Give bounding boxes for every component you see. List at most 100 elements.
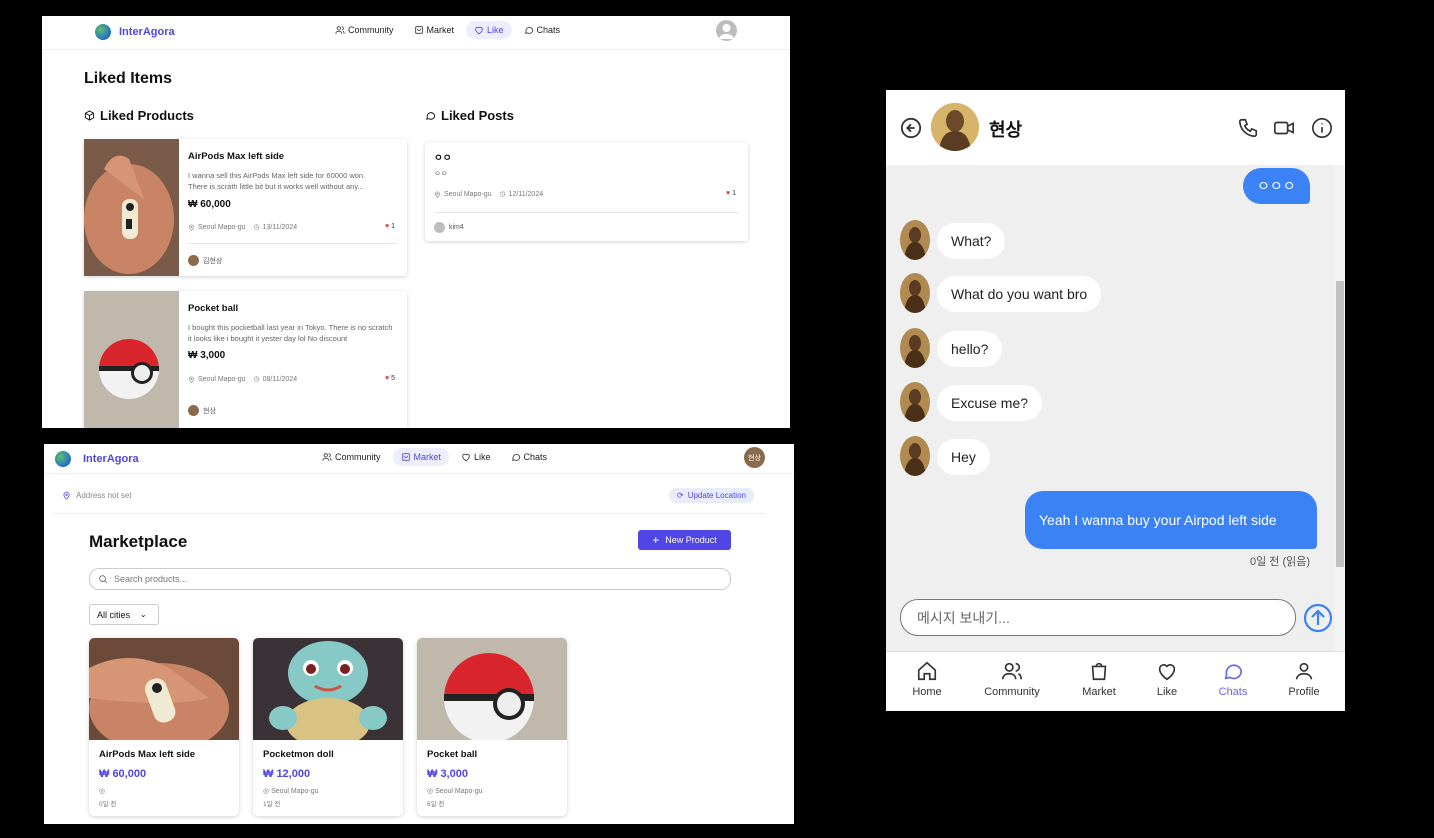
back-arrow-icon[interactable] xyxy=(900,117,922,139)
update-location-button[interactable]: ⟳ Update Location xyxy=(669,488,754,503)
nav-market[interactable]: Market xyxy=(406,21,463,39)
nav-community[interactable]: Community xyxy=(327,21,402,39)
product-image xyxy=(89,638,239,740)
message-bubble-outgoing: Yeah I wanna buy your Airpod left side xyxy=(1025,491,1317,549)
info-icon[interactable] xyxy=(1311,117,1333,139)
new-product-button[interactable]: + New Product xyxy=(638,530,731,550)
product-time: 1일 전 xyxy=(263,801,281,808)
pin-icon: ◎ xyxy=(263,788,270,795)
seller-info: 김현상 xyxy=(188,255,222,266)
seller-info: 현상 xyxy=(188,405,216,416)
store-icon xyxy=(414,26,423,34)
portrait-image xyxy=(931,103,979,151)
pokeball-image xyxy=(84,291,179,428)
users-icon xyxy=(322,453,332,461)
liked-post-card[interactable]: ㅇㅇ ㅇㅇ Seoul Mapo-gu ◷ 12/11/2024 ♥ 1 kim… xyxy=(425,142,748,241)
nav-market[interactable]: Market xyxy=(392,448,450,466)
clock-icon: ◷ xyxy=(499,191,506,198)
product-description: I bought this pocketball last year in To… xyxy=(188,323,393,343)
divider xyxy=(434,212,739,213)
partner-name: 현상 xyxy=(989,120,1023,140)
message-bubble-incoming: Hey xyxy=(937,439,990,475)
product-meta: Seoul Mapo-gu ◷ 08/11/2024 xyxy=(188,375,297,383)
message-input[interactable]: 메시지 보내기... xyxy=(900,599,1296,636)
tab-chats[interactable]: Chats xyxy=(1198,660,1268,698)
pokeball-thumbnail xyxy=(84,291,179,428)
post-title: ㅇㅇ xyxy=(434,153,452,164)
chat-window: 현상 ㅇㅇㅇ What? What do you want bro hello?… xyxy=(886,90,1345,711)
like-count: ♥ 1 xyxy=(726,190,737,197)
nav-chats[interactable]: Chats xyxy=(503,448,556,466)
search-icon xyxy=(99,575,108,584)
product-title: Pocket ball xyxy=(188,303,239,314)
message-bubble-incoming: What do you want bro xyxy=(937,276,1102,312)
liked-posts-heading: Liked Posts xyxy=(425,108,514,123)
partner-avatar[interactable] xyxy=(931,103,979,151)
message-bubble-outgoing: ㅇㅇㅇ xyxy=(1243,168,1310,204)
marketplace-window: InterAgora Community Market Like Chats 현… xyxy=(44,444,794,824)
tab-home[interactable]: Home xyxy=(892,660,962,698)
user-icon xyxy=(1295,662,1313,680)
users-icon xyxy=(1002,662,1022,680)
refresh-icon: ⟳ xyxy=(677,491,684,500)
liked-product-card[interactable]: AirPods Max left side I wanna sell this … xyxy=(84,139,407,276)
product-time: 6일 전 xyxy=(427,801,445,808)
product-location: ◎ Seoul Mapo-gu xyxy=(263,788,319,795)
product-card[interactable]: Pocketmon doll ₩ 12,000 ◎ Seoul Mapo-gu … xyxy=(253,638,403,816)
scrollbar[interactable] xyxy=(1335,165,1345,673)
read-receipt: 0일 전 (읽음) xyxy=(1250,556,1311,568)
scrollbar-thumb[interactable] xyxy=(1336,281,1344,567)
pin-icon xyxy=(435,191,440,198)
seller-avatar xyxy=(188,405,199,416)
product-location: ◎ Seoul Mapo-gu xyxy=(427,788,483,795)
nav-community[interactable]: Community xyxy=(314,448,389,466)
user-avatar[interactable] xyxy=(716,20,737,41)
product-title: AirPods Max left side xyxy=(188,151,285,162)
chat-bubble-icon xyxy=(511,453,520,461)
message-bubble-incoming: hello? xyxy=(937,331,1003,367)
plus-icon: + xyxy=(652,533,660,547)
divider xyxy=(188,243,398,244)
pin-icon: ◎ xyxy=(427,788,434,795)
tab-community[interactable]: Community xyxy=(977,660,1047,698)
phone-icon[interactable] xyxy=(1237,117,1259,139)
chevron-down-icon: ⌄ xyxy=(140,610,147,619)
post-meta: Seoul Mapo-gu ◷ 12/11/2024 xyxy=(434,190,543,198)
city-filter-select[interactable]: All cities ⌄ xyxy=(89,604,159,625)
heart-icon xyxy=(475,26,483,35)
tab-market[interactable]: Market xyxy=(1064,660,1134,698)
video-call-icon[interactable] xyxy=(1273,117,1295,139)
users-icon xyxy=(335,26,345,34)
partner-avatar-small xyxy=(900,328,930,368)
user-icon xyxy=(719,24,734,39)
product-meta: Seoul Mapo-gu ◷ 13/11/2024 xyxy=(188,223,297,231)
send-icon[interactable] xyxy=(1303,603,1333,633)
home-icon xyxy=(917,661,937,681)
product-name: AirPods Max left side xyxy=(99,749,196,760)
nav-chats[interactable]: Chats xyxy=(516,21,569,39)
product-card[interactable]: Pocket ball ₩ 3,000 ◎ Seoul Mapo-gu 6일 전 xyxy=(417,638,567,816)
search-input[interactable]: Search products... xyxy=(89,568,731,590)
nav-like[interactable]: Like xyxy=(453,448,499,466)
partner-avatar-small xyxy=(900,382,930,422)
nav-like[interactable]: Like xyxy=(466,21,512,39)
product-name: Pocket ball xyxy=(427,749,478,760)
liked-products-heading: Liked Products xyxy=(84,108,194,123)
top-nav: InterAgora Community Market Like Chats 현… xyxy=(44,444,794,474)
brand-logo[interactable]: InterAgora xyxy=(55,451,139,467)
pin-icon xyxy=(189,376,194,383)
clock-icon: ◷ xyxy=(253,224,260,231)
product-card[interactable]: AirPods Max left side ₩ 60,000 ◎ 0일 전 xyxy=(89,638,239,816)
heart-filled-icon: ♥ xyxy=(385,375,390,382)
user-avatar[interactable]: 현상 xyxy=(744,447,765,468)
tab-like[interactable]: Like xyxy=(1132,660,1202,698)
globe-icon xyxy=(95,24,111,40)
message-list[interactable]: ㅇㅇㅇ What? What do you want bro hello? Ex… xyxy=(886,165,1345,673)
tab-profile[interactable]: Profile xyxy=(1269,660,1339,698)
brand-logo[interactable]: InterAgora xyxy=(95,24,175,40)
product-location: ◎ xyxy=(99,787,105,795)
product-price: ₩ 12,000 xyxy=(263,768,311,780)
liked-product-card[interactable]: Pocket ball I bought this pocketball las… xyxy=(84,291,407,428)
chat-bubble-icon xyxy=(524,26,533,34)
product-image xyxy=(417,638,567,740)
